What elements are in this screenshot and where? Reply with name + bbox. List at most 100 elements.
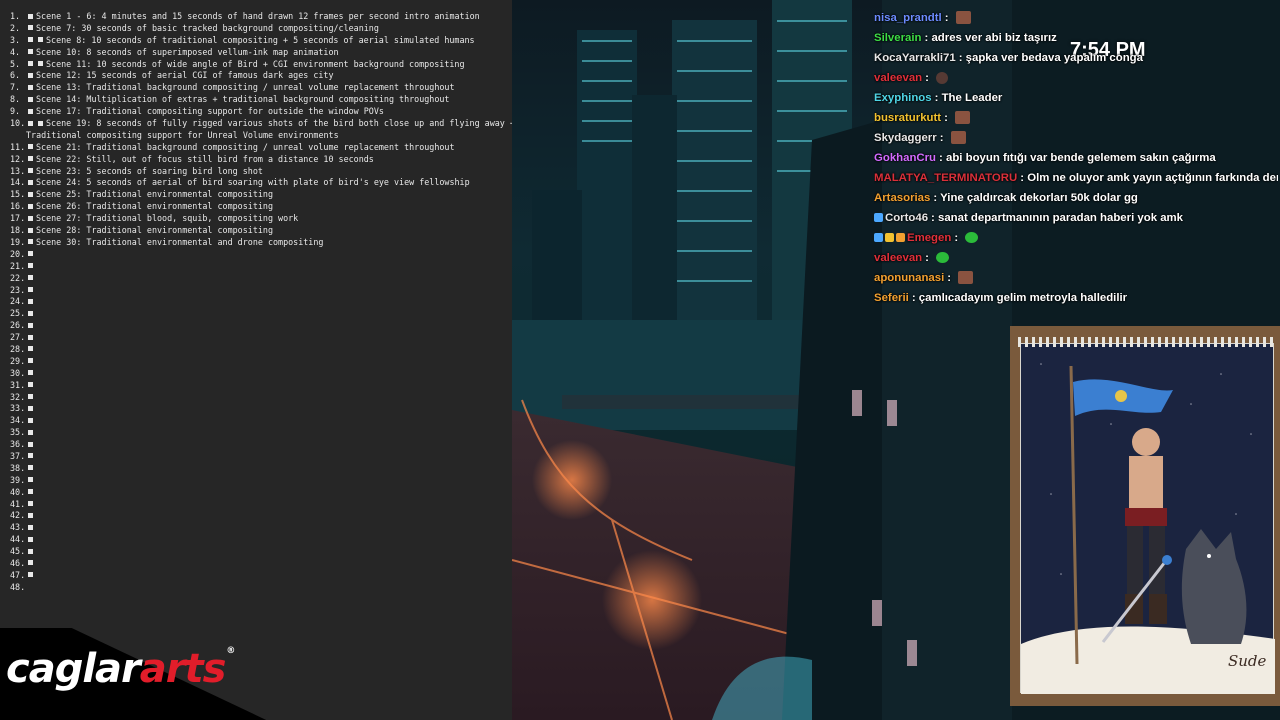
chat-username[interactable]: MALATYA_TERMINATORU — [874, 172, 1017, 184]
square-bullet-icon — [28, 108, 33, 114]
scene-list-item: 9. Scene 17: Traditional compositing supp… — [10, 106, 512, 118]
list-number: 8. — [10, 94, 21, 105]
bear-emote-icon — [958, 271, 974, 285]
square-bullet-icon — [28, 72, 33, 78]
chat-username[interactable]: Artasorias — [874, 192, 930, 204]
chat-message: Exyphinos: The Leader — [874, 88, 1278, 108]
scene-list-item: 28. — [10, 344, 512, 356]
scene-description: Scene 13: Traditional background composi… — [36, 82, 455, 93]
square-bullet-icon — [28, 560, 33, 566]
warrior-with-wolf-illustration — [1021, 363, 1275, 694]
scene-list-item: 20. — [10, 249, 512, 261]
bear-emote-icon — [955, 111, 971, 125]
list-number: 46. — [10, 557, 26, 568]
chat-separator: : — [1020, 172, 1025, 184]
square-bullet-icon — [28, 61, 33, 67]
square-bullet-icon — [28, 334, 33, 340]
square-bullet-icon — [28, 156, 33, 162]
chat-text: Yine çaldırcak dekorları 50k dolar gg — [940, 192, 1138, 204]
chat-username[interactable]: nisa_prandtl — [874, 12, 942, 24]
chat-text: şapka ver bedava yapalım conga — [965, 52, 1143, 64]
scene-description: Scene 17: Traditional compositing suppor… — [36, 106, 384, 117]
scene-list-item: 42. — [10, 510, 512, 522]
chat-username[interactable]: valeevan — [874, 252, 922, 264]
square-bullet-icon — [28, 489, 33, 495]
list-number: 9. — [10, 106, 21, 117]
list-number: 40. — [10, 486, 26, 497]
chat-username[interactable]: KocaYarrakli71 — [874, 52, 956, 64]
square-bullet-icon — [28, 144, 33, 150]
chat-separator: : — [947, 272, 952, 284]
square-bullet-icon — [28, 215, 33, 221]
scene-list-item: 21. — [10, 261, 512, 273]
square-bullet-icon — [28, 251, 33, 257]
scene-list-item: 37. — [10, 451, 512, 463]
list-number: 21. — [10, 260, 26, 271]
chat-username[interactable]: Seferii — [874, 292, 909, 304]
square-bullet-icon — [28, 322, 33, 328]
square-bullet-icon — [38, 37, 43, 43]
scene-list-item: 16. Scene 26: Traditional environmental c… — [10, 201, 512, 213]
scene-list-item: 22. — [10, 273, 512, 285]
list-number: 26. — [10, 320, 26, 331]
scene-list-item: 46. — [10, 558, 512, 570]
scene-list-item: 48. — [10, 582, 512, 594]
chat-badge-icon — [885, 233, 894, 243]
scene-list-item: 24. — [10, 296, 512, 308]
scene-list-item: 25. — [10, 308, 512, 320]
chat-username[interactable]: valeevan — [874, 72, 922, 84]
scene-list-item: 29. — [10, 356, 512, 368]
chat-username[interactable]: Skydaggerr — [874, 132, 937, 144]
chat-username[interactable]: busraturkutt — [874, 112, 941, 124]
logo-part-2: arts — [139, 646, 227, 692]
list-number: 37. — [10, 450, 26, 461]
square-bullet-icon — [28, 394, 33, 400]
chat-badge-icon — [874, 213, 883, 223]
square-bullet-icon — [28, 512, 33, 518]
list-number: 35. — [10, 427, 26, 438]
square-bullet-icon — [28, 441, 33, 447]
scene-list-item: 23. — [10, 285, 512, 297]
scene-list-item: 41. — [10, 499, 512, 511]
scene-list-item: 12. Scene 22: Still, out of focus still b… — [10, 154, 512, 166]
chat-separator: : — [933, 192, 938, 204]
scene-list-item: 17. Scene 27: Traditional blood, squib, c… — [10, 213, 512, 225]
chat-overlay: nisa_prandtl: Silverain: adres ver abi b… — [874, 8, 1278, 308]
green-emote-icon — [965, 232, 979, 244]
scene-list-item: 13. Scene 23: 5 seconds of soaring bird l… — [10, 166, 512, 178]
list-number: 4. — [10, 46, 21, 57]
chat-username[interactable]: Exyphinos — [874, 92, 932, 104]
chat-separator: : — [944, 12, 949, 24]
scene-list-item: 18. Scene 28: Traditional environmental c… — [10, 225, 512, 237]
bear-emote-icon — [950, 131, 966, 145]
square-bullet-icon — [28, 501, 33, 507]
list-number: 2. — [10, 22, 21, 33]
chat-username[interactable]: GokhanCru — [874, 152, 936, 164]
square-bullet-icon — [38, 61, 43, 67]
chat-username[interactable]: Emegen — [907, 232, 951, 244]
chat-separator: : — [939, 132, 944, 144]
square-bullet-icon — [28, 405, 33, 411]
square-bullet-icon — [28, 239, 33, 245]
chat-username[interactable]: Corto46 — [885, 212, 928, 224]
square-bullet-icon — [28, 536, 33, 542]
square-bullet-icon — [28, 465, 33, 471]
square-bullet-icon — [28, 429, 33, 435]
square-bullet-icon — [28, 572, 33, 578]
chat-message: Corto46: sanat departmanının paradan hab… — [874, 208, 1278, 228]
spiral-binding — [1018, 337, 1276, 347]
list-number: 29. — [10, 355, 26, 366]
scene-description: Scene 26: Traditional environmental comp… — [36, 201, 273, 212]
scene-description: Scene 24: 5 seconds of aerial of bird so… — [36, 177, 470, 188]
chat-text: çamlıcadayım gelim metroyla halledilir — [918, 292, 1128, 304]
square-bullet-icon — [28, 382, 33, 388]
square-bullet-icon — [28, 346, 33, 352]
chat-text: Olm ne oluyor amk yayın açtığının farkın… — [1027, 172, 1278, 184]
scene-list-item: 39. — [10, 475, 512, 487]
list-number: 19. — [10, 236, 26, 247]
scene-list-item: 27. — [10, 332, 512, 344]
scene-list-item: 34. — [10, 415, 512, 427]
chat-separator: : — [958, 52, 963, 64]
chat-username[interactable]: Silverain — [874, 32, 922, 44]
chat-username[interactable]: aponunanasi — [874, 272, 944, 284]
